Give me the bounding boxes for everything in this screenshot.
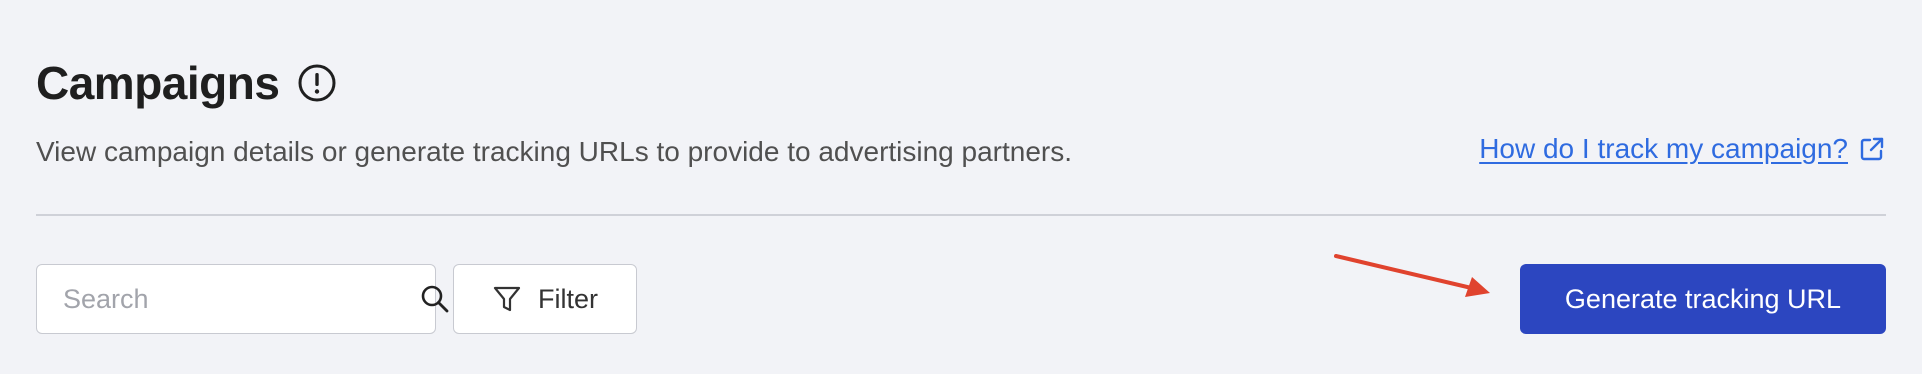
filter-button-label: Filter: [538, 283, 598, 314]
generate-tracking-url-button[interactable]: Generate tracking URL: [1520, 264, 1886, 334]
page-title: Campaigns: [36, 57, 280, 109]
page-header: Campaigns: [36, 60, 337, 106]
search-field[interactable]: [36, 264, 449, 334]
filter-button[interactable]: Filter: [453, 264, 637, 334]
annotation-arrow-icon: [1334, 254, 1490, 297]
filter-icon: [492, 284, 522, 314]
search-input[interactable]: [61, 282, 419, 316]
external-link-icon[interactable]: [1858, 135, 1886, 163]
generate-tracking-url-label: Generate tracking URL: [1564, 283, 1842, 314]
help-link[interactable]: How do I track my campaign?: [1479, 133, 1886, 165]
info-icon[interactable]: [297, 63, 337, 103]
help-link-label[interactable]: How do I track my campaign?: [1479, 133, 1848, 165]
search-icon[interactable]: [419, 283, 451, 315]
section-divider: [36, 214, 1886, 216]
page-subtitle: View campaign details or generate tracki…: [36, 136, 1073, 167]
